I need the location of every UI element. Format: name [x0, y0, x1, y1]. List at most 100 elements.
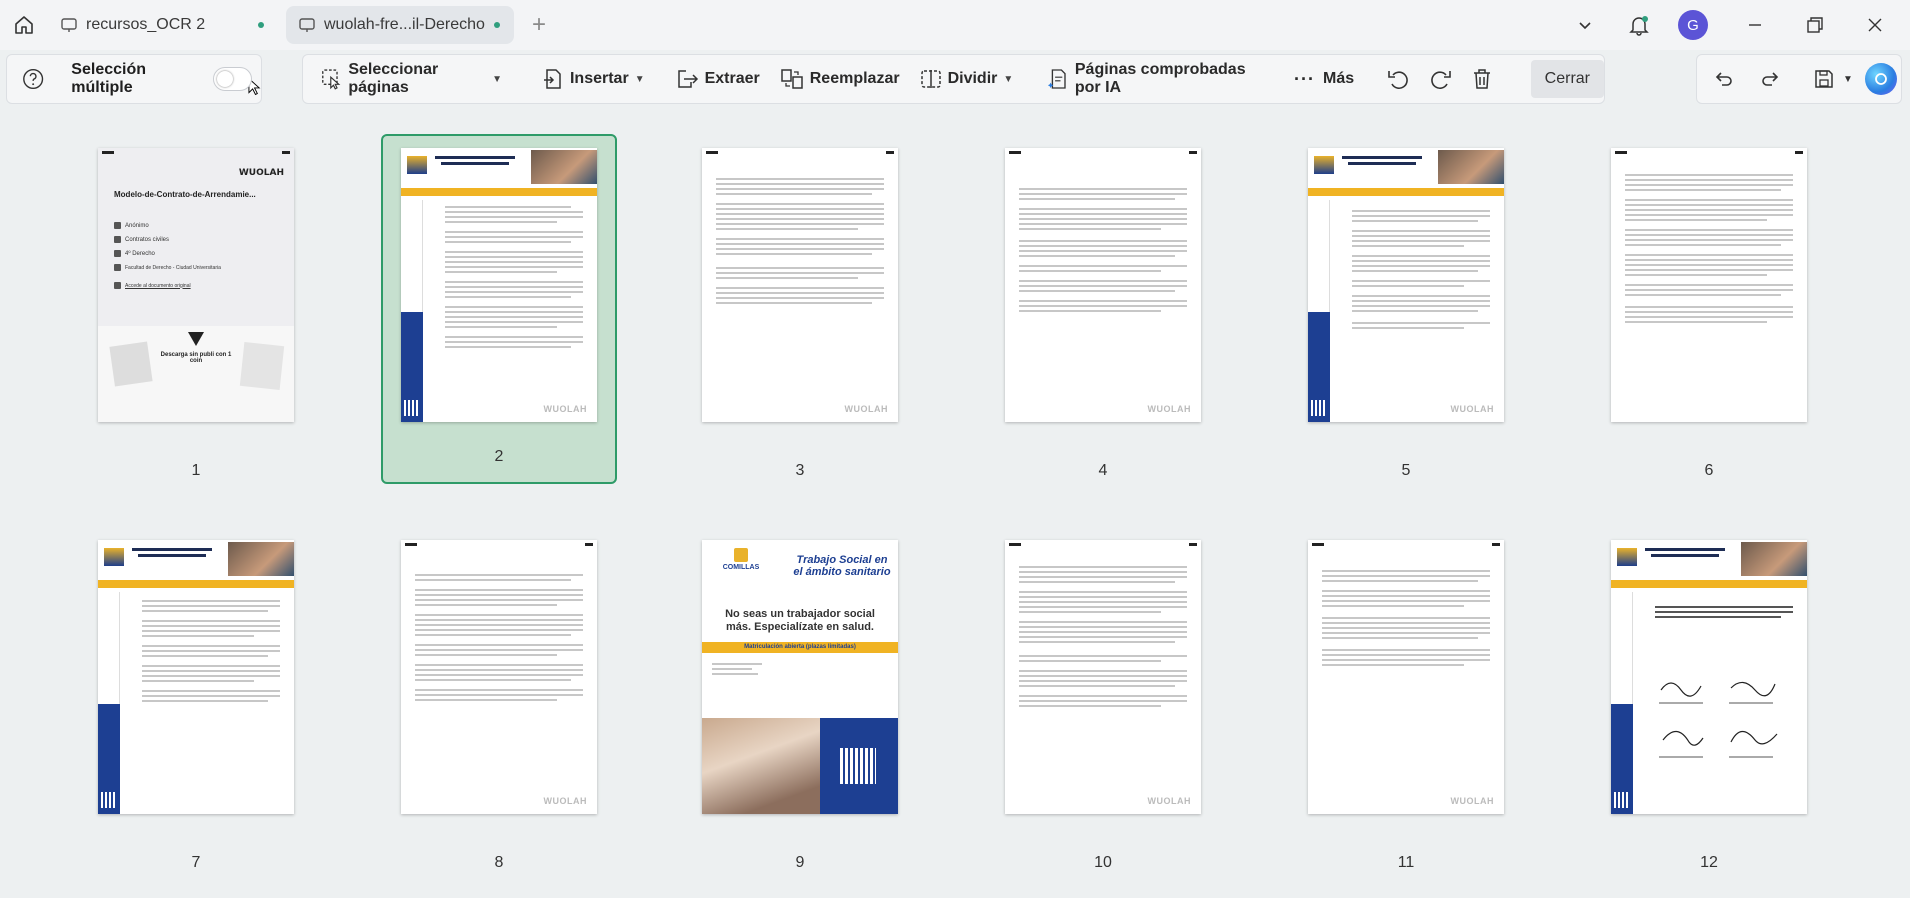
qr-code-icon	[1311, 400, 1327, 416]
tab-label: recursos_OCR 2	[86, 16, 206, 33]
card-image	[109, 341, 153, 387]
page-thumbnail[interactable]: WUOLAH	[1005, 148, 1201, 422]
undo-button[interactable]	[1701, 54, 1747, 104]
page-thumbnail[interactable]	[1611, 148, 1807, 422]
page-header-marks	[1312, 543, 1500, 547]
wuolah-logo: WUOLAH	[238, 168, 284, 178]
page-thumbnail[interactable]: WUOLAH	[1308, 148, 1504, 422]
redo-button[interactable]	[1747, 54, 1793, 104]
card-image	[239, 342, 285, 390]
replace-button[interactable]: Reemplazar	[770, 54, 910, 104]
cover-item: Contratos civiles	[114, 236, 169, 243]
copilot-icon	[1875, 73, 1887, 85]
chevron-down-icon[interactable]: ▼	[1843, 74, 1853, 85]
rotate-left-button[interactable]	[1378, 54, 1420, 104]
tab-wuolah[interactable]: wuolah-fre...il-Derecho	[286, 6, 514, 44]
delete-button[interactable]	[1461, 54, 1503, 104]
page-thumbnail[interactable]: WUOLAH	[1005, 540, 1201, 814]
page-text	[1611, 174, 1807, 323]
folder-icon	[114, 236, 121, 243]
title-bar: recursos_OCR 2 wuolah-fre...il-Derecho +…	[0, 0, 1910, 50]
page-thumbnail-cell[interactable]: WUOLAH 4	[985, 134, 1221, 484]
qr-code-icon	[1614, 792, 1630, 808]
account-button[interactable]: G	[1666, 0, 1720, 50]
more-dots-icon: ···	[1294, 68, 1316, 89]
extract-icon	[677, 70, 698, 88]
home-button[interactable]	[0, 0, 48, 50]
rotate-right-button[interactable]	[1420, 54, 1462, 104]
new-tab-button[interactable]: +	[532, 11, 546, 39]
extract-label: Extraer	[704, 70, 760, 87]
more-button[interactable]: ··· Más	[1284, 54, 1364, 104]
multi-select-toggle[interactable]	[212, 67, 252, 91]
close-organize-button[interactable]: Cerrar	[1530, 60, 1604, 98]
ad-band	[98, 580, 294, 588]
copilot-button[interactable]	[1864, 63, 1897, 95]
page-thumbnail-cell[interactable]: WUOLAH 3	[682, 134, 918, 484]
save-button[interactable]	[1805, 54, 1843, 104]
wuolah-watermark: WUOLAH	[1450, 796, 1494, 806]
page-thumbnail-cell[interactable]: 12	[1591, 526, 1827, 876]
page-thumbnail[interactable]: WUOLAH	[401, 540, 597, 814]
page-thumbnail[interactable]: WUOLAH Modelo-de-Contrato-de-Arrendamie.…	[98, 148, 294, 422]
redo-icon	[1762, 72, 1779, 86]
restore-icon	[1807, 17, 1823, 33]
insert-button[interactable]: Insertar ▼	[532, 54, 655, 104]
help-icon[interactable]	[21, 66, 45, 92]
split-label: Dividir	[947, 70, 998, 87]
chevron-down-icon	[1579, 22, 1591, 30]
page-thumbnail-cell[interactable]: WUOLAH Modelo-de-Contrato-de-Arrendamie.…	[78, 134, 314, 484]
page-number: 4	[1098, 462, 1108, 479]
minimize-button[interactable]	[1720, 0, 1790, 50]
chevron-down-icon: ▼	[492, 73, 502, 85]
page-thumbnail[interactable]: WUOLAH	[1308, 540, 1504, 814]
page-thumbnail[interactable]	[98, 540, 294, 814]
cover-item: Anónimo	[114, 222, 149, 229]
page-thumbnail-cell[interactable]: COMILLAS Trabajo Social en el ámbito san…	[682, 526, 918, 876]
cover-footer-text: Descarga sin publi con 1 coin	[160, 352, 232, 364]
restore-button[interactable]	[1790, 0, 1840, 50]
tab-recursos-ocr[interactable]: recursos_OCR 2	[48, 6, 278, 44]
close-window-button[interactable]	[1840, 0, 1910, 50]
cover-title: Modelo-de-Contrato-de-Arrendamie...	[114, 190, 256, 199]
ad-header	[1611, 540, 1807, 578]
page-number: 7	[191, 854, 201, 871]
ad-header	[98, 540, 294, 578]
extract-button[interactable]: Extraer	[665, 54, 770, 104]
page-thumbnail-cell[interactable]: 6	[1591, 134, 1827, 484]
page-thumbnail-cell[interactable]: WUOLAH 8	[381, 526, 617, 876]
ai-checked-pages-button[interactable]: Páginas comprobadas por IA	[1037, 54, 1284, 104]
cover-footer: Descarga sin publi con 1 coin	[98, 326, 294, 422]
page-text	[401, 574, 597, 701]
page-thumbnail-cell[interactable]: WUOLAH 11	[1288, 526, 1524, 876]
undo-icon	[1715, 72, 1732, 86]
page-text	[1641, 606, 1807, 618]
page-thumbnail[interactable]: WUOLAH	[702, 148, 898, 422]
page-header-marks	[1615, 151, 1803, 155]
page-thumbnail-cell[interactable]: 7	[78, 526, 314, 876]
page-header-marks	[102, 151, 290, 155]
page-number: 3	[795, 462, 805, 479]
wuolah-watermark: WUOLAH	[1147, 404, 1191, 414]
page-header-marks	[405, 543, 593, 547]
page-thumbnail[interactable]	[1611, 540, 1807, 814]
page-text	[1338, 210, 1504, 329]
unsaved-dot	[494, 22, 500, 28]
page-header-marks	[706, 151, 894, 155]
qr-code-icon	[404, 400, 420, 416]
split-button[interactable]: Dividir ▼	[910, 54, 1024, 104]
page-thumbnail-cell[interactable]: WUOLAH 10	[985, 526, 1221, 876]
notifications-button[interactable]	[1612, 0, 1666, 50]
university-logo: COMILLAS	[716, 548, 766, 584]
page-thumbnail-cell-selected[interactable]: WUOLAH 2	[381, 134, 617, 484]
page-thumbnail[interactable]: WUOLAH	[401, 148, 597, 422]
page-number: 10	[1094, 854, 1112, 871]
tab-list-button[interactable]	[1558, 0, 1612, 50]
page-text	[1005, 188, 1201, 312]
page-thumbnail[interactable]: COMILLAS Trabajo Social en el ámbito san…	[702, 540, 898, 814]
select-pages-button[interactable]: Seleccionar páginas ▼	[311, 54, 512, 104]
page-thumbnail-cell[interactable]: WUOLAH 5	[1288, 134, 1524, 484]
course-icon	[114, 250, 121, 257]
bell-icon	[1629, 16, 1649, 36]
select-pages-label: Seleccionar páginas	[348, 61, 439, 96]
